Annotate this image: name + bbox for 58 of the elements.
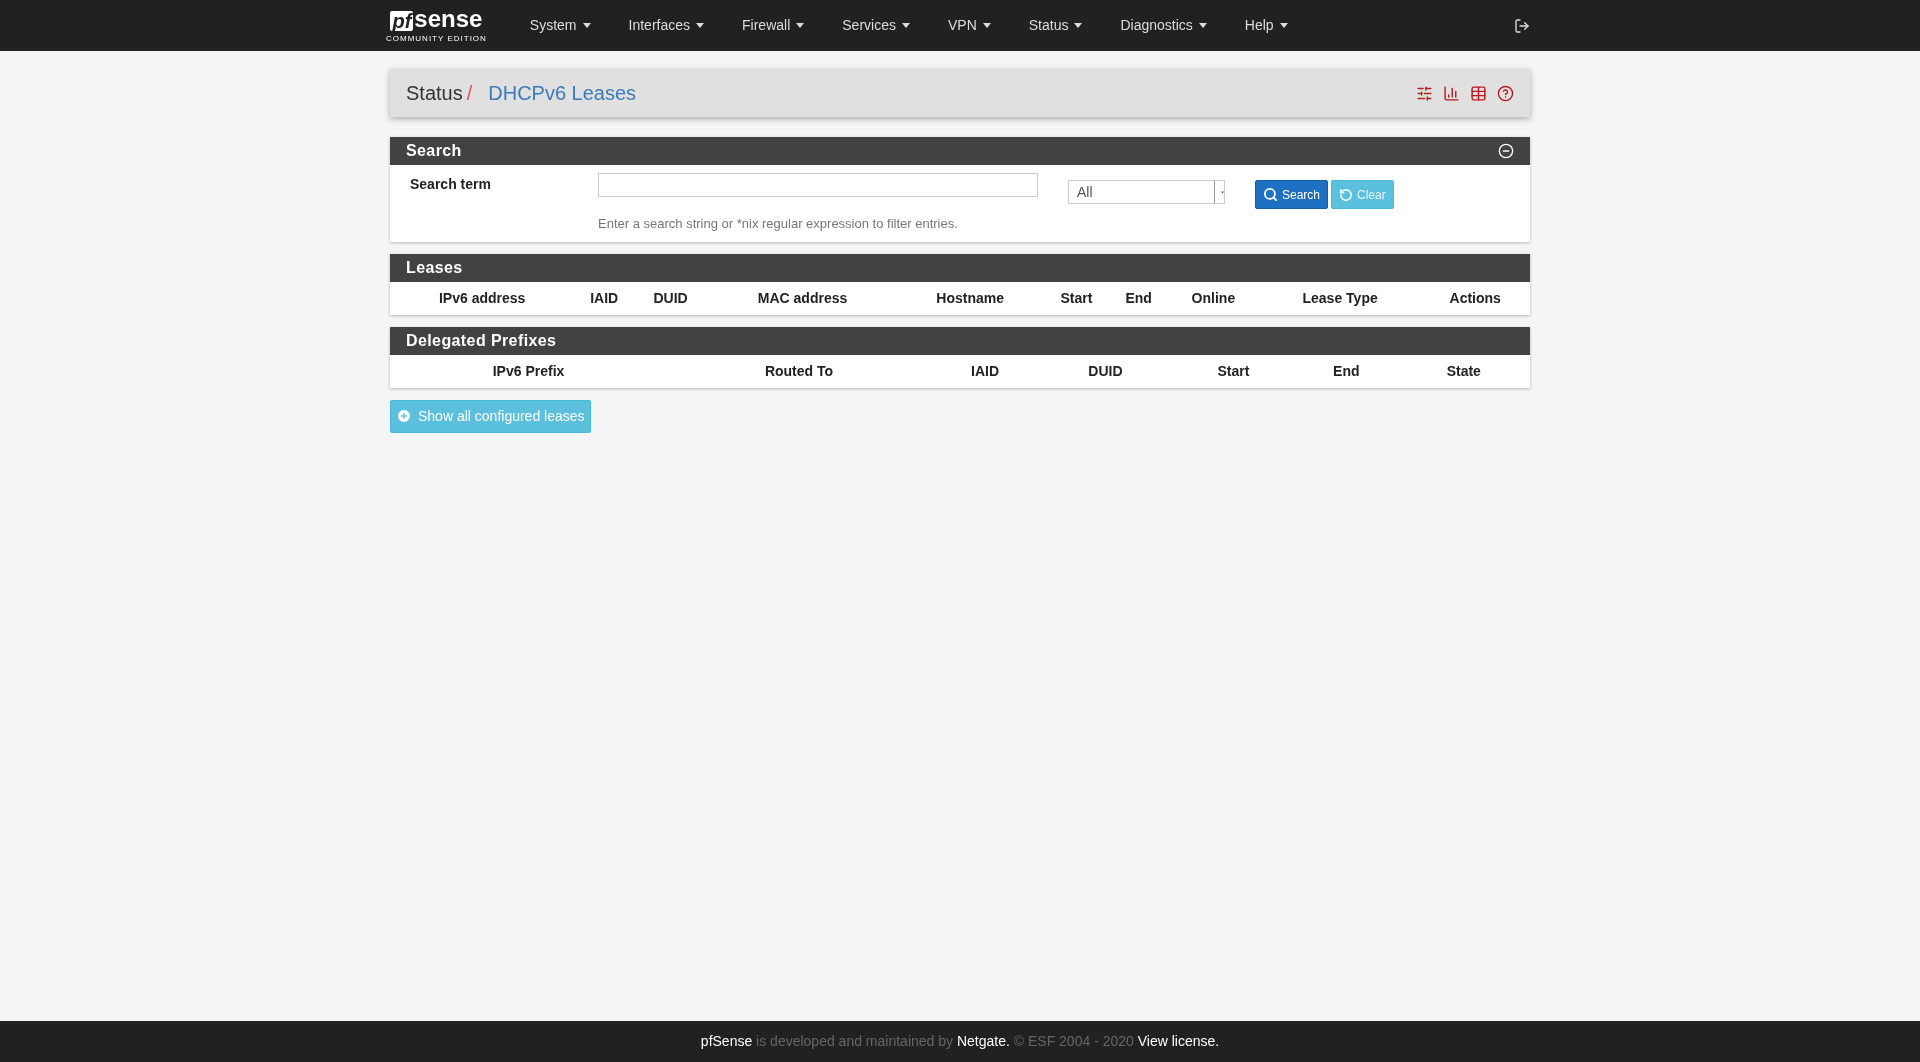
help-text: Enter a search string or *nix regular expression to filter entries. bbox=[598, 215, 959, 233]
nav-menu[interactable]: Help bbox=[1225, 15, 1307, 36]
collapse-icon[interactable] bbox=[1498, 143, 1514, 159]
help-icon[interactable] bbox=[1497, 84, 1514, 102]
footer-text: pfSense is developed and maintained by Netgate. © ESF 2004 - 2020 View license. bbox=[700, 1032, 1220, 1051]
column-header: State bbox=[1445, 361, 1482, 381]
caret-icon bbox=[1221, 189, 1224, 195]
nav-menu[interactable]: Status bbox=[1009, 15, 1102, 36]
settings-icon[interactable] bbox=[1416, 84, 1433, 102]
column-header: Routed To bbox=[763, 361, 835, 381]
nav-menu[interactable]: Firewall bbox=[723, 15, 824, 36]
breadcrumb-separator: / bbox=[466, 81, 473, 106]
field-label: Search term bbox=[410, 175, 492, 194]
column-header: IAID bbox=[970, 361, 1001, 381]
plus-circle-icon bbox=[396, 408, 412, 424]
caret-icon bbox=[1279, 23, 1288, 28]
caret-icon bbox=[796, 23, 805, 28]
nav-menu[interactable]: Interfaces bbox=[609, 15, 724, 36]
nav-menu[interactable]: Diagnostics bbox=[1101, 15, 1226, 36]
caret-icon bbox=[696, 23, 705, 28]
filter-select[interactable]: All bbox=[1068, 180, 1225, 204]
column-header: DUID bbox=[652, 288, 689, 308]
caret-icon bbox=[982, 23, 991, 28]
nav-menu[interactable]: Services bbox=[823, 15, 929, 36]
column-header: Actions bbox=[1448, 288, 1502, 308]
column-header: MAC address bbox=[756, 288, 849, 308]
logout-icon[interactable] bbox=[1514, 17, 1530, 34]
caret-icon bbox=[1074, 23, 1083, 28]
table-icon[interactable] bbox=[1470, 84, 1487, 102]
nav-menu[interactable]: VPN bbox=[928, 15, 1010, 36]
footer-link[interactable]: Netgate. bbox=[956, 1033, 1014, 1049]
search-icon bbox=[1263, 187, 1278, 202]
column-header: End bbox=[1124, 288, 1153, 308]
footer-link[interactable]: View license. bbox=[1137, 1033, 1220, 1049]
column-header: Start bbox=[1059, 288, 1094, 308]
column-header: End bbox=[1332, 361, 1361, 381]
bar-chart-icon[interactable] bbox=[1443, 84, 1460, 102]
nav-menu[interactable]: System bbox=[510, 15, 610, 36]
column-header: IPv6 Prefix bbox=[491, 361, 566, 381]
search-button[interactable]: Search bbox=[1255, 180, 1329, 209]
logo[interactable]: pfsense COMMUNITY EDITION bbox=[386, 6, 487, 45]
column-header: IAID bbox=[589, 288, 620, 308]
panel-title: Leases bbox=[406, 257, 463, 278]
search-field[interactable] bbox=[598, 173, 1038, 197]
panel-title: Delegated Prefixes bbox=[406, 330, 557, 351]
column-header: Start bbox=[1216, 361, 1251, 381]
undo-icon bbox=[1339, 187, 1354, 202]
column-header: DUID bbox=[1087, 361, 1124, 381]
caret-icon bbox=[1198, 23, 1207, 28]
column-header: Lease Type bbox=[1301, 288, 1379, 308]
panel-title: Search bbox=[406, 141, 462, 161]
column-header: Hostname bbox=[935, 288, 1006, 308]
breadcrumb-parent[interactable]: Status bbox=[406, 78, 463, 108]
caret-icon bbox=[901, 23, 910, 28]
footer-link[interactable]: pfSense bbox=[700, 1033, 757, 1049]
column-header: IPv6 address bbox=[437, 288, 527, 308]
column-header: Online bbox=[1190, 288, 1237, 308]
caret-icon bbox=[582, 23, 591, 28]
